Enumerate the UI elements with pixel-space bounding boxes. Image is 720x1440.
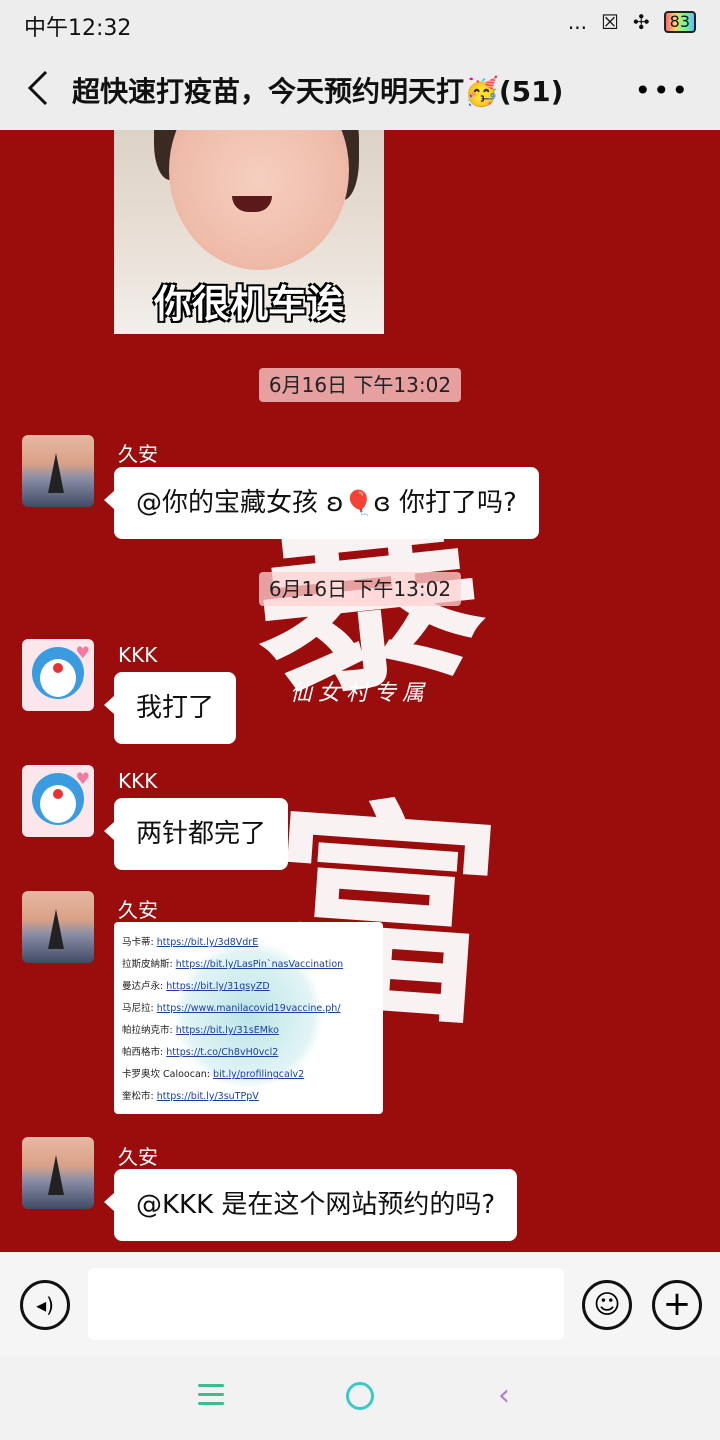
chat-title: 超快速打疫苗，今天预约明天打🥳(51)	[72, 75, 564, 108]
input-bar: ◂) ☺ +	[0, 1252, 720, 1356]
link-url: https://bit.ly/31qsyZD	[166, 981, 270, 992]
boat-icon	[48, 453, 64, 493]
link-row: 马尼拉: https://www.manilacovid19vaccine.ph…	[122, 1000, 341, 1014]
link-row: 帕西格市: https://t.co/Ch8vH0vcl2	[122, 1044, 278, 1058]
more-options-icon[interactable]: •••	[634, 77, 690, 105]
message-text: 两针都完了	[136, 819, 267, 849]
message-bubble[interactable]: 我打了	[103, 672, 237, 744]
link-row: 奎松市: https://bit.ly/3suTPpV	[122, 1088, 259, 1102]
doraemon-nose	[53, 789, 63, 799]
status-bar: 中午12:32 ... ☒ ✣ 83	[0, 0, 720, 48]
link-url: https://bit.ly/31sEMko	[175, 1025, 279, 1036]
balloon-icon: 🎈	[343, 489, 374, 517]
sender-name: 久安	[118, 442, 158, 466]
heart-icon: ♥	[75, 769, 90, 788]
signal-icon: ...	[567, 10, 587, 34]
plus-icon[interactable]: +	[652, 1280, 702, 1330]
message-input[interactable]	[88, 1268, 564, 1340]
avatar[interactable]	[22, 891, 94, 963]
nav-back-icon[interactable]: ‹	[498, 1378, 510, 1413]
link-url: https://bit.ly/LasPin`nasVaccination	[175, 959, 344, 970]
link-url: https://bit.ly/3d8VdrE	[156, 937, 259, 948]
status-icons: ... ☒ ✣ 83	[568, 10, 696, 34]
message-bubble[interactable]: 两针都完了	[103, 798, 289, 870]
home-icon[interactable]	[346, 1382, 374, 1410]
chat-area[interactable]: 暴 仙女村专属 富 你很机车诶 6月16日 下午13:02 久安 @你的宝藏女孩…	[0, 130, 720, 1252]
link-url: https://t.co/Ch8vH0vcl2	[166, 1047, 279, 1058]
voice-icon[interactable]: ◂)	[20, 1280, 70, 1330]
avatar[interactable]	[22, 1137, 94, 1209]
link-row: 马卡蒂: https://bit.ly/3d8VdrE	[122, 934, 258, 948]
link-url: bit.ly/profilingcalv2	[213, 1069, 305, 1080]
avatar[interactable]: ♥	[22, 765, 94, 837]
sender-name: 久安	[118, 898, 158, 922]
boat-icon	[48, 1155, 64, 1195]
heart-icon: ♥	[75, 643, 90, 662]
link-label: 卡罗奥坎 Caloocan:	[122, 1069, 211, 1080]
link-label: 马尼拉:	[122, 1003, 154, 1014]
link-url: https://www.manilacovid19vaccine.ph/	[156, 1003, 341, 1014]
pinwheel-icon: ✣	[632, 10, 650, 34]
link-label: 帕西格市:	[122, 1047, 164, 1058]
sticker-image[interactable]: 你很机车诶	[114, 130, 384, 334]
link-url: https://bit.ly/3suTPpV	[156, 1091, 259, 1102]
link-row: 帕拉纳克市: https://bit.ly/31sEMko	[122, 1022, 279, 1036]
message-text: 我打了	[136, 693, 215, 723]
notification-close-icon: ☒	[600, 10, 619, 34]
status-time: 中午12:32	[24, 16, 132, 41]
link-row: 曼达卢永: https://bit.ly/31qsyZD	[122, 978, 270, 992]
boat-icon	[48, 909, 64, 949]
avatar[interactable]	[22, 435, 94, 507]
emoji-icon[interactable]: ☺	[582, 1280, 632, 1330]
message-bubble[interactable]: @KKK 是在这个网站预约的吗?	[103, 1169, 518, 1241]
back-arrow-icon[interactable]	[24, 70, 52, 106]
message-text: @你的宝藏女孩 ʚ	[136, 488, 344, 518]
battery-icon: 83	[663, 11, 696, 33]
message-text: ɞ 你打了吗?	[373, 488, 517, 518]
menu-icon[interactable]	[198, 1384, 224, 1411]
link-label: 拉斯皮納斯:	[122, 959, 173, 970]
link-row: 拉斯皮納斯: https://bit.ly/LasPin`nasVaccinat…	[122, 956, 343, 970]
doraemon-nose	[53, 663, 63, 673]
message-timestamp: 6月16日 下午13:02	[259, 572, 461, 606]
link-label: 奎松市:	[122, 1091, 154, 1102]
message-timestamp: 6月16日 下午13:02	[259, 368, 461, 402]
link-label: 曼达卢永:	[122, 981, 164, 992]
sticker-caption: 你很机车诶	[153, 282, 344, 326]
link-label: 帕拉纳克市:	[122, 1025, 173, 1036]
link-label: 马卡蒂:	[122, 937, 154, 948]
sender-name: 久安	[118, 1145, 158, 1169]
system-nav-bar: ‹	[0, 1356, 720, 1440]
background-calligraphy-sub: 仙女村专属	[290, 681, 431, 706]
sender-name: KKK	[118, 643, 158, 667]
message-text: @KKK 是在这个网站预约的吗?	[136, 1190, 496, 1220]
avatar[interactable]: ♥	[22, 639, 94, 711]
message-bubble[interactable]: @你的宝藏女孩 ʚ🎈ɞ 你打了吗?	[104, 467, 539, 539]
link-row: 卡罗奥坎 Caloocan: bit.ly/profilingcalv2	[122, 1066, 304, 1080]
link-list-image[interactable]: 马卡蒂: https://bit.ly/3d8VdrE 拉斯皮納斯: https…	[114, 922, 383, 1114]
chat-header: 超快速打疫苗，今天预约明天打🥳(51) •••	[0, 48, 720, 130]
sender-name: KKK	[118, 769, 158, 793]
